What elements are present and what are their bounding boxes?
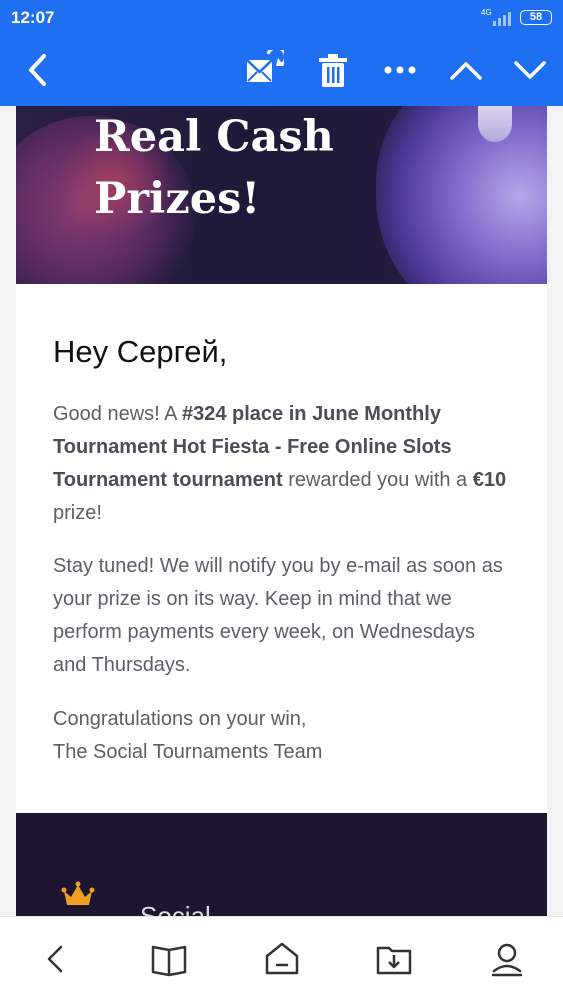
folder-download-icon (376, 946, 412, 975)
top-app-bar: 12:07 4G 58 (0, 0, 563, 106)
message-card: Hey Сергей, Good news! A #324 place in J… (16, 284, 547, 813)
chevron-up-icon (450, 62, 482, 80)
previous-email-button[interactable] (446, 50, 486, 90)
mark-unread-button[interactable] (244, 50, 284, 90)
payment-info-paragraph: Stay tuned! We will notify you by e-mail… (53, 555, 503, 676)
crown-logo-icon (61, 881, 95, 905)
trash-icon (319, 54, 347, 87)
more-options-button[interactable] (380, 50, 420, 90)
nav-bookmarks-button[interactable] (149, 939, 189, 979)
book-icon (151, 945, 187, 977)
email-footer: Social (16, 813, 547, 916)
battery-level: 58 (529, 11, 543, 23)
delete-button[interactable] (313, 50, 353, 90)
profile-icon (491, 943, 523, 977)
battery-indicator: 58 (520, 10, 552, 25)
back-button[interactable] (18, 50, 58, 90)
prize-paragraph: Good news! A #324 place in June Monthly … (53, 403, 507, 524)
banner-title: Real Cash Prizes! (94, 112, 334, 224)
back-icon (47, 945, 63, 973)
home-icon (265, 942, 299, 975)
chevron-left-icon (29, 54, 46, 86)
footer-logo-text: Social (140, 901, 211, 916)
nav-back-button[interactable] (36, 939, 76, 979)
more-dots-icon (384, 66, 416, 74)
signature: Congratulations on your win, The Social … (53, 708, 323, 763)
bottom-navigation (0, 916, 563, 1000)
prize-amount: €10 (472, 469, 507, 491)
chevron-down-icon (514, 61, 546, 79)
promo-banner[interactable]: Real Cash Prizes! (16, 106, 547, 284)
nav-home-button[interactable] (262, 939, 302, 979)
signal-icon (493, 12, 511, 26)
status-time: 12:07 (11, 8, 55, 27)
status-bar: 12:07 4G 58 (0, 0, 563, 36)
next-email-button[interactable] (510, 50, 550, 90)
nav-downloads-button[interactable] (374, 939, 414, 979)
greeting: Hey Сергей, (53, 334, 228, 369)
envelope-unread-icon (246, 50, 284, 82)
banner-art-bottle (478, 106, 512, 142)
nav-profile-button[interactable] (487, 939, 527, 979)
email-body[interactable]: Real Cash Prizes! Hey Сергей, Good news!… (0, 106, 563, 916)
